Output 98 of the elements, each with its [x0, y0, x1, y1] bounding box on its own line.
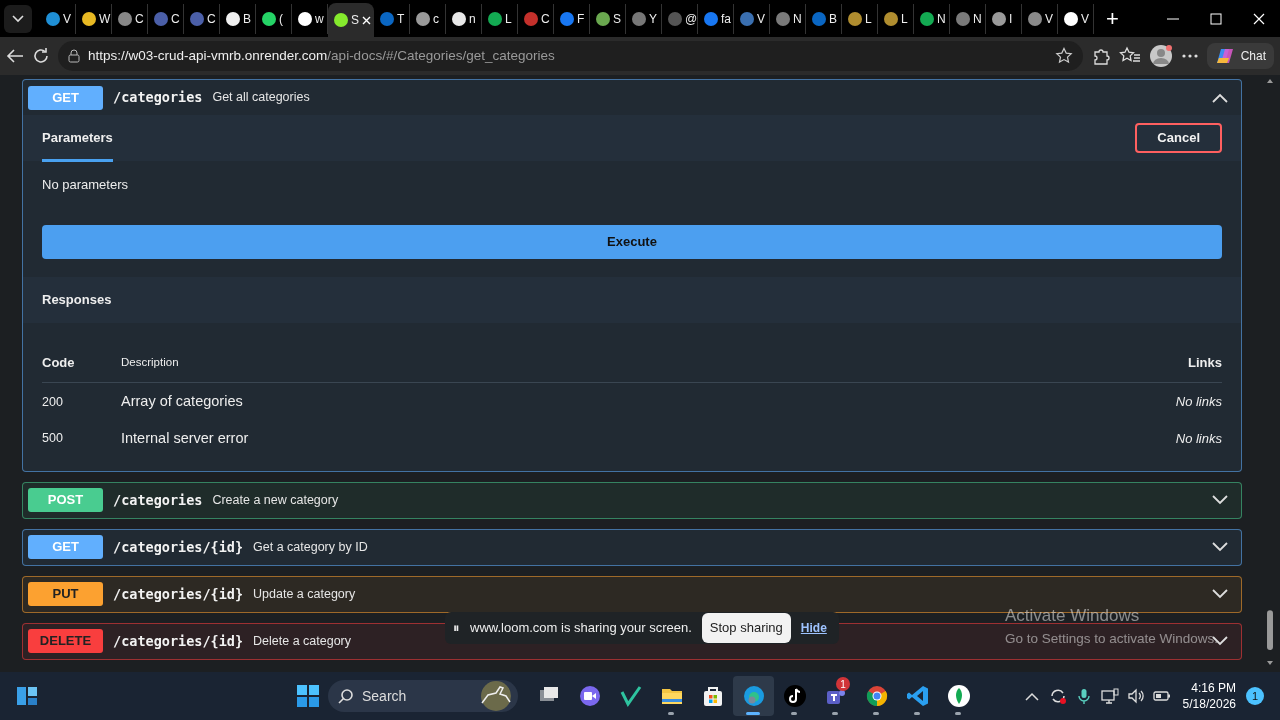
column-header: Code	[42, 340, 121, 383]
browser-tab[interactable]: B	[806, 3, 842, 34]
method-label: GET	[28, 85, 103, 110]
widgets-icon	[15, 686, 38, 706]
back-arrow-icon[interactable]	[6, 48, 24, 64]
clock-button[interactable]: 4:16 PM 5/18/2026	[1182, 679, 1236, 713]
response-description: Array of categories	[121, 382, 929, 420]
search-field[interactable]: Search	[328, 680, 518, 712]
operation-summary: Get a category by ID	[253, 538, 368, 556]
chevron-down-icon[interactable]	[1211, 588, 1229, 600]
browser-tab[interactable]: Y	[626, 3, 662, 34]
browser-tab[interactable]: S	[590, 3, 626, 34]
endpoint-path: /categories/{id}	[113, 631, 244, 651]
pause-button[interactable]: ⏸	[453, 618, 460, 638]
taskbar-app-button[interactable]: 1	[815, 676, 856, 716]
star-icon[interactable]	[1054, 47, 1073, 65]
browser-tab[interactable]: L	[482, 3, 518, 34]
refresh-icon[interactable]	[32, 47, 50, 65]
new-tab-button[interactable]: +	[1106, 7, 1119, 30]
browser-tab[interactable]: W	[76, 3, 112, 34]
browser-tab[interactable]: C	[148, 3, 184, 34]
cancel-button[interactable]: Cancel	[1135, 123, 1222, 153]
windows-logo-icon	[296, 685, 319, 707]
operation-summary: Get all categories	[212, 89, 310, 107]
edge-icon	[741, 684, 766, 708]
url-text: https://w03-crud-api-vmrb.onrender.com/api-docs/#/Categories/get_categories	[88, 46, 555, 65]
browser-tab[interactable]: V	[1058, 3, 1094, 34]
column-header: Links	[928, 340, 1222, 383]
chevron-down-icon[interactable]	[1211, 494, 1229, 506]
browser-tab[interactable]: @	[662, 3, 698, 34]
browser-tab[interactable]: n	[446, 3, 482, 34]
browser-tab[interactable]: C	[518, 3, 554, 34]
browser-tab[interactable]: fa	[698, 3, 734, 34]
endpoint-path: /categories	[113, 490, 203, 510]
chat-button[interactable]: Chat	[1206, 43, 1274, 69]
share-notice-text: www.loom.com is sharing your screen.	[470, 619, 692, 638]
chevron-down-icon	[12, 14, 24, 23]
network-icon[interactable]	[1100, 687, 1119, 705]
browser-tab[interactable]: V	[734, 3, 770, 34]
notification-badge[interactable]: 1	[1246, 687, 1264, 705]
response-links: No links	[1174, 429, 1222, 448]
address-bar[interactable]: https://w03-crud-api-vmrb.onrender.com/api-docs/#/Categories/get_categories	[58, 41, 1083, 71]
browser-tab[interactable]: (	[256, 3, 292, 34]
method-label: POST	[28, 488, 103, 512]
copilot-icon	[1214, 47, 1235, 65]
browser-tab[interactable]: V	[1022, 3, 1058, 34]
leaf-icon	[946, 684, 971, 708]
chevron-down-icon[interactable]	[1211, 541, 1229, 553]
parameters-tab[interactable]: Parameters	[42, 114, 113, 162]
browser-tab[interactable]: L	[878, 3, 914, 34]
profile-avatar-icon[interactable]	[1148, 44, 1173, 68]
sync-icon[interactable]	[1048, 687, 1067, 705]
tab-menu-button[interactable]	[4, 4, 32, 33]
response-code: 200	[42, 382, 121, 420]
notification-badge: 1	[836, 677, 850, 691]
operation-summary: Delete a category	[253, 632, 352, 650]
response-links: No links	[928, 382, 1222, 420]
endpoint-path: /categories/{id}	[113, 537, 244, 557]
close-icon[interactable]	[362, 15, 371, 25]
hide-link[interactable]: Hide	[800, 619, 827, 637]
execute-button[interactable]: Execute	[42, 224, 1222, 259]
chrome-icon	[864, 684, 889, 708]
browser-tab[interactable]: c	[410, 3, 446, 34]
activation-subtitle: Go to Settings to activate Windows.	[1005, 629, 1219, 648]
stop-sharing-button[interactable]: Stop sharing	[701, 613, 791, 643]
browser-tab[interactable]: S	[328, 3, 374, 37]
responses-heading: Responses	[42, 290, 112, 309]
chevron-up-icon[interactable]	[1211, 91, 1229, 104]
more-icon[interactable]	[1180, 53, 1199, 59]
speaker-icon[interactable]	[1126, 687, 1145, 705]
method-label: DELETE	[28, 629, 103, 653]
browser-tab[interactable]: I	[986, 3, 1022, 34]
browser-tab[interactable]: N	[950, 3, 986, 34]
video-camera-icon	[577, 684, 602, 708]
browser-tab[interactable]: V	[40, 3, 76, 34]
browser-tab[interactable]: N	[914, 3, 950, 34]
music-note-icon	[782, 684, 807, 708]
method-label: GET	[28, 535, 103, 559]
check-mark-icon	[618, 684, 643, 708]
endpoint-path: /categories/{id}	[113, 584, 244, 604]
code-editor-icon	[905, 684, 930, 708]
no-parameters-text: No parameters	[42, 176, 129, 194]
browser-tab[interactable]: C	[184, 3, 220, 34]
browser-tab[interactable]: B	[220, 3, 256, 34]
browser-tab[interactable]: T	[374, 3, 410, 34]
lock-icon	[68, 49, 80, 63]
browser-tab[interactable]: L	[842, 3, 878, 34]
column-header: Description	[121, 340, 929, 383]
endpoint-path: /categories	[113, 88, 203, 108]
response-code: 500	[42, 430, 64, 448]
operation-summary: Update a category	[253, 585, 356, 603]
browser-tab[interactable]: N	[770, 3, 806, 34]
search-icon	[338, 688, 354, 704]
operation-summary: Create a new category	[212, 491, 339, 509]
method-label: PUT	[28, 582, 103, 606]
response-description: Internal server error	[121, 428, 250, 448]
browser-tab[interactable]: C	[112, 3, 148, 34]
browser-tab[interactable]: F	[554, 3, 590, 34]
